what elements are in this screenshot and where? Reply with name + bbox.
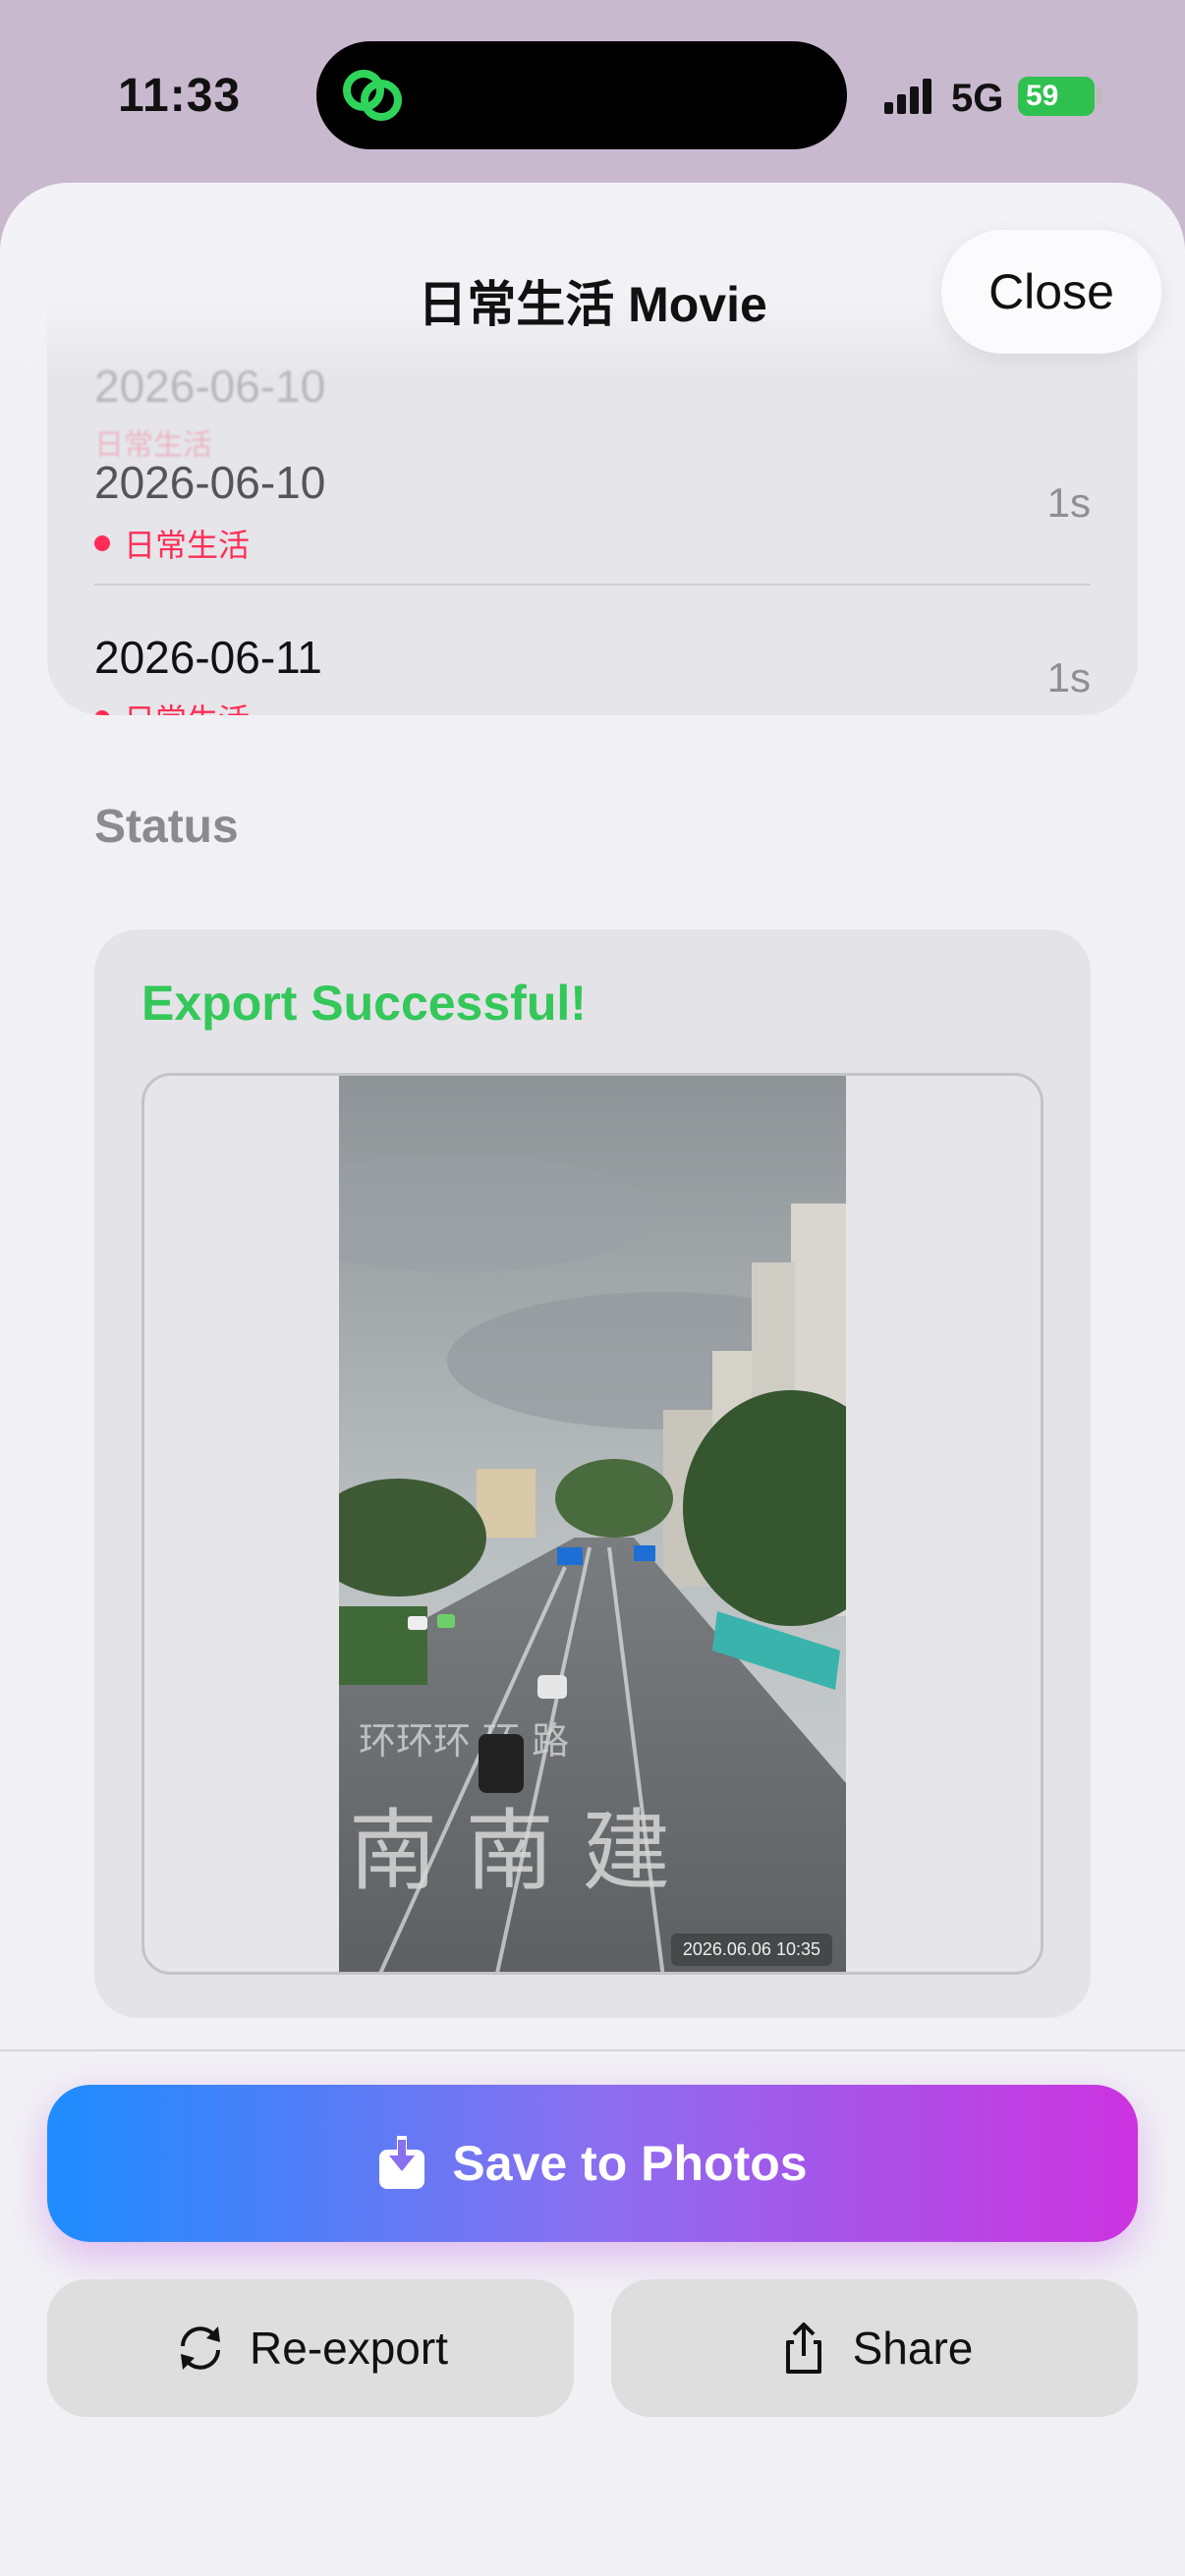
clip-row[interactable]: 2026-06-11 日常生活 1s: [94, 586, 1091, 715]
app-link-icon: [343, 70, 402, 121]
svg-text:南 南 建: 南 南 建: [349, 1800, 670, 1903]
save-to-photos-label: Save to Photos: [452, 2136, 808, 2191]
clip-duration: 1s: [1046, 654, 1091, 700]
battery-level: 59: [1026, 80, 1059, 112]
share-button[interactable]: Share: [611, 2279, 1138, 2417]
reexport-button[interactable]: Re-export: [47, 2279, 574, 2417]
street-scene-image: 环环环 环 路 南 南 建: [339, 1076, 846, 1972]
clip-duration: 1s: [1046, 479, 1091, 526]
tag-dot: [94, 535, 110, 551]
battery-indicator: 59: [1018, 77, 1095, 116]
status-time: 11:33: [118, 70, 242, 122]
clip-tag: 日常生活: [94, 696, 250, 715]
save-to-photos-button[interactable]: Save to Photos: [47, 2085, 1138, 2242]
video-timestamp: 2026.06.06 10:35: [670, 1933, 832, 1966]
export-status-title: Export Successful!: [141, 976, 587, 1031]
refresh-icon: [181, 2326, 221, 2370]
clip-tag-label: 日常生活: [124, 696, 250, 715]
battery-tip: [1097, 88, 1102, 104]
signal-icon: [884, 79, 931, 114]
close-button[interactable]: Close: [941, 230, 1161, 354]
status-bar: 11:33 5G 59: [0, 0, 1185, 187]
section-label-status: Status: [94, 801, 239, 853]
clip-tag: 日常生活: [94, 521, 250, 566]
share-icon: [785, 2323, 821, 2374]
clip-tag-label: 日常生活: [124, 528, 251, 563]
clip-date: 2026-06-11: [94, 632, 322, 683]
movie-sheet: 2026-06-10 日常生活 2026-06-10 日常生活 1s 2026-…: [0, 183, 1185, 2576]
network-type: 5G: [951, 77, 1004, 120]
bottom-divider: [0, 2049, 1185, 2051]
video-preview[interactable]: 环环环 环 路 南 南 建 2026.06.06 10:35: [141, 1073, 1044, 1975]
status-card: Export Successful! 环环环 环 路 南 南 建 2026.06…: [94, 929, 1091, 2018]
clip-row[interactable]: 2026-06-10 日常生活 1s: [94, 411, 1091, 586]
save-download-icon: [379, 2136, 425, 2189]
svg-text:环环环 环 路: 环环环 环 路: [359, 1719, 569, 1763]
dynamic-island: [316, 41, 847, 149]
video-frame[interactable]: 环环环 环 路 南 南 建 2026.06.06 10:35: [339, 1076, 846, 1972]
reexport-label: Re-export: [250, 2323, 448, 2374]
tag-dot: [94, 710, 110, 715]
share-label: Share: [852, 2323, 974, 2374]
clip-date: 2026-06-10: [94, 457, 326, 508]
